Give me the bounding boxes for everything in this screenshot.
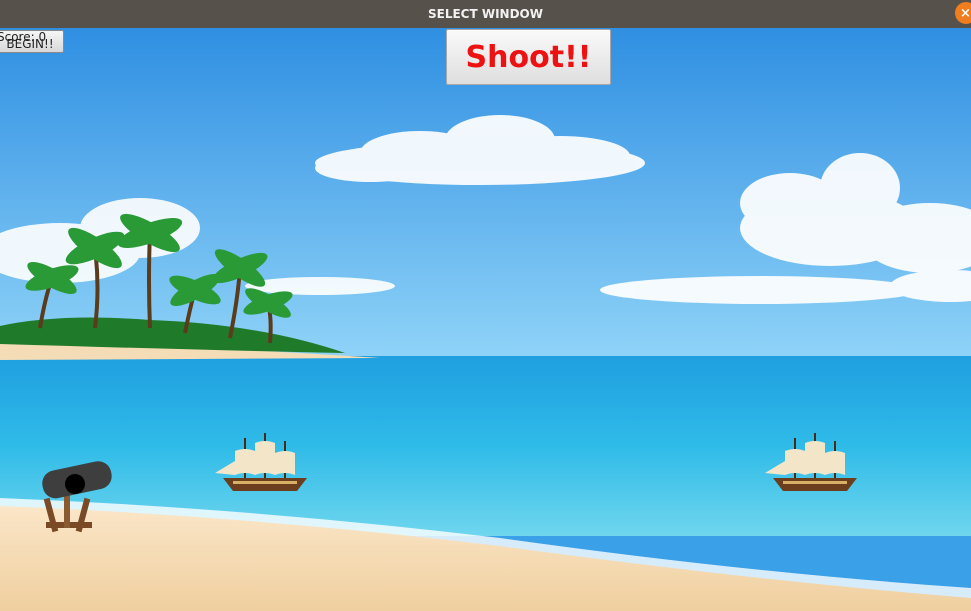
window-title: SELECT WINDOW bbox=[428, 7, 543, 21]
close-window-button[interactable]: × bbox=[955, 2, 971, 24]
score-label: Score: 0 bbox=[0, 30, 47, 44]
shoot-button[interactable]: Shoot!! bbox=[446, 29, 611, 85]
beach-background bbox=[0, 28, 971, 611]
close-icon: × bbox=[960, 5, 971, 21]
game-scene[interactable] bbox=[0, 28, 971, 611]
window-titlebar: SELECT WINDOW × bbox=[0, 0, 971, 28]
